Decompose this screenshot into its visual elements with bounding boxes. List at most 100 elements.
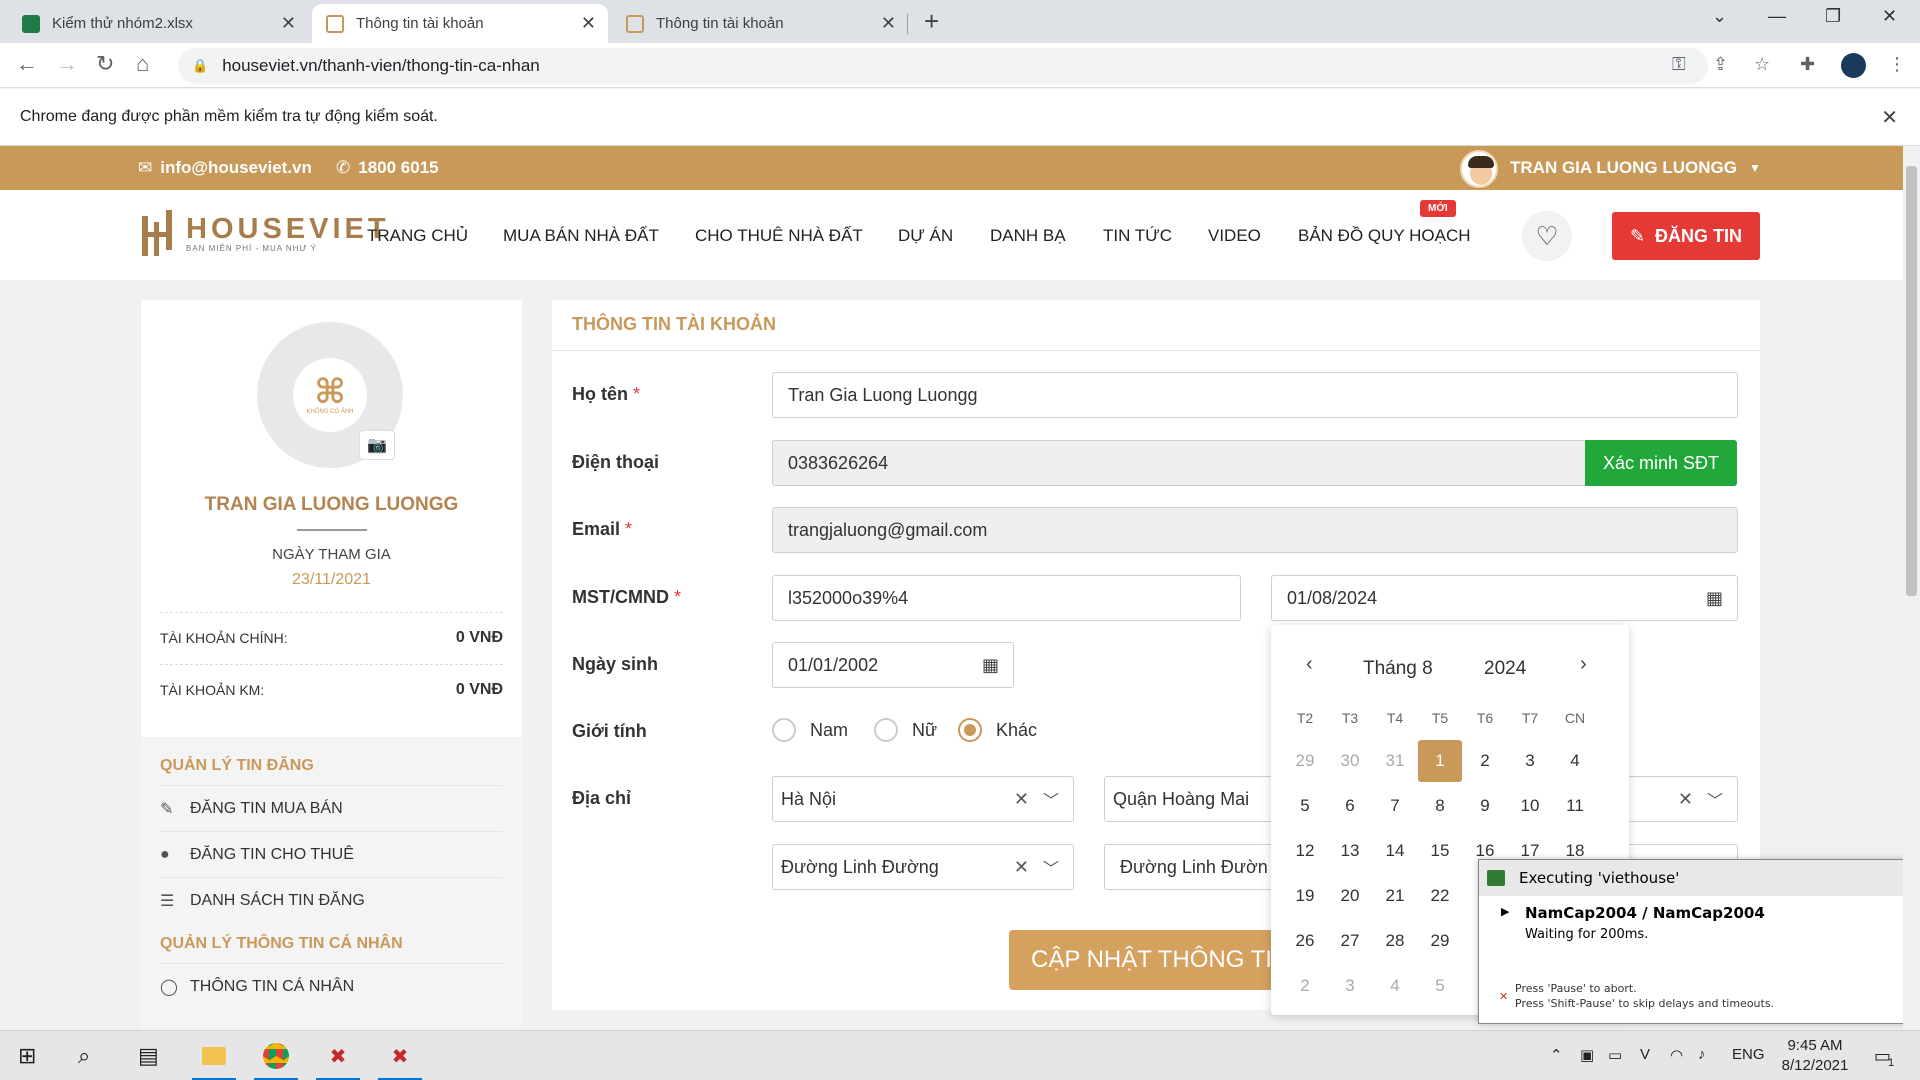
chevron-down-icon[interactable]: ﹀ [1043, 855, 1059, 879]
forward-icon[interactable]: → [56, 51, 78, 77]
calendar-day[interactable]: 3 [1508, 740, 1552, 782]
window-close-icon[interactable]: ✕ [1882, 6, 1897, 27]
close-icon[interactable]: ✕ [881, 13, 896, 34]
scrollbar-thumb[interactable] [1906, 166, 1917, 596]
volume-icon[interactable]: ♪ [1698, 1046, 1706, 1063]
reload-icon[interactable]: ↻ [96, 51, 114, 77]
phone-field[interactable]: 0383626264 [772, 440, 1587, 486]
calendar-day[interactable]: 5 [1283, 785, 1327, 827]
nav-rent[interactable]: CHO THUÊ NHÀ ĐẤT [695, 226, 863, 246]
calendar-day[interactable]: 31 [1373, 740, 1417, 782]
nav-news[interactable]: TIN TỨC [1103, 226, 1172, 246]
nav-planning-map[interactable]: BẢN ĐỒ QUY HOẠCH [1298, 226, 1471, 246]
datepicker-year[interactable]: 2024 [1484, 658, 1526, 680]
system-clock[interactable]: 9:45 AM 8/12/2021 [1770, 1036, 1860, 1076]
calendar-day[interactable]: 29 [1418, 920, 1462, 962]
close-icon[interactable]: ✕ [1881, 105, 1898, 130]
calendar-day[interactable]: 2 [1463, 740, 1507, 782]
next-month-icon[interactable]: › [1580, 653, 1587, 676]
tray-device-icon[interactable]: ▣ [1580, 1046, 1594, 1064]
clear-icon[interactable]: ✕ [1014, 857, 1029, 878]
nav-video[interactable]: VIDEO [1208, 226, 1261, 246]
input-language[interactable]: ENG [1732, 1046, 1765, 1063]
minimize-icon[interactable]: — [1768, 6, 1786, 27]
battery-icon[interactable]: ▭ [1608, 1046, 1622, 1064]
calendar-day[interactable]: 20 [1328, 875, 1372, 917]
calendar-day[interactable]: 21 [1373, 875, 1417, 917]
houseviet-logo[interactable]: HOUSEVIET BẠN MIỄN PHÍ - MUA NHƯ Ý [138, 208, 390, 258]
address-bar[interactable]: 🔒 houseviet.vn/thanh-vien/thong-tin-ca-n… [178, 48, 1708, 84]
calendar-day[interactable]: 14 [1373, 830, 1417, 872]
back-icon[interactable]: ← [16, 51, 38, 77]
verify-phone-button[interactable]: Xác minh SĐT [1585, 440, 1737, 486]
sidebar-item-post-sale[interactable]: ✎ ĐĂNG TIN MUA BÁN [160, 785, 503, 831]
id-number-field[interactable]: l352000o39%4 [772, 575, 1241, 621]
share-icon[interactable]: ⇪ [1713, 54, 1728, 75]
favorites-heart-icon[interactable]: ♡ [1522, 211, 1572, 261]
gender-radio-other[interactable]: Khác [958, 718, 1037, 742]
calendar-day[interactable]: 2 [1283, 965, 1327, 1007]
calendar-day[interactable]: 8 [1418, 785, 1462, 827]
tab-account-info-active[interactable]: Thông tin tài khoản ✕ [312, 4, 608, 43]
calendar-day[interactable]: 13 [1328, 830, 1372, 872]
restore-icon[interactable]: ❐ [1825, 6, 1841, 27]
calendar-day[interactable]: 29 [1283, 740, 1327, 782]
chrome-icon[interactable] [250, 1031, 302, 1080]
tab-search-icon[interactable]: ⌄ [1712, 6, 1727, 27]
calendar-day[interactable]: 12 [1283, 830, 1327, 872]
chevron-down-icon[interactable]: ﹀ [1043, 787, 1059, 811]
calendar-day[interactable]: 5 [1418, 965, 1462, 1007]
tray-overflow-icon[interactable]: ⌃ [1550, 1046, 1563, 1064]
nav-buy-sell[interactable]: MUA BÁN NHÀ ĐẤT [503, 226, 659, 246]
city-select[interactable]: Hà Nội ✕ ﹀ [772, 776, 1074, 822]
contact-email[interactable]: ✉ info@houseviet.vn [138, 158, 312, 178]
sidebar-item-post-rent[interactable]: ● ĐĂNG TIN CHO THUÊ [160, 831, 503, 877]
close-icon[interactable]: ✕ [581, 13, 596, 34]
nav-projects[interactable]: DỰ ÁN [898, 226, 953, 246]
extensions-icon[interactable]: ✚ [1800, 54, 1815, 75]
calendar-day[interactable]: 30 [1328, 740, 1372, 782]
dob-field[interactable]: 01/01/2002 ▦ [772, 642, 1014, 688]
calendar-icon[interactable]: ▦ [1706, 588, 1723, 609]
gender-radio-male[interactable]: Nam [772, 718, 848, 742]
prev-month-icon[interactable]: ‹ [1306, 653, 1313, 676]
update-info-button[interactable]: CẬP NHẬT THÔNG TIN [1009, 930, 1309, 990]
close-icon[interactable]: ✕ [281, 13, 296, 34]
clear-icon[interactable]: ✕ [1014, 789, 1029, 810]
fullname-field[interactable]: Tran Gia Luong Luongg [772, 372, 1738, 418]
profile-avatar[interactable] [1841, 53, 1866, 78]
id-issue-date-field[interactable]: 01/08/2024 ▦ [1271, 575, 1738, 621]
tab-account-info[interactable]: Thông tin tài khoản ✕ [612, 4, 908, 43]
windows-start-icon[interactable]: ⊞ [18, 1043, 36, 1069]
calendar-day[interactable]: 4 [1553, 740, 1597, 782]
calendar-day-selected[interactable]: 1 [1418, 740, 1462, 782]
email-field[interactable]: trangjaluong@gmail.com [772, 507, 1738, 553]
calendar-day[interactable]: 4 [1373, 965, 1417, 1007]
task-view-icon[interactable]: ▤ [138, 1043, 159, 1069]
wifi-icon[interactable]: ◠ [1670, 1046, 1683, 1064]
calendar-day[interactable]: 10 [1508, 785, 1552, 827]
calendar-icon[interactable]: ▦ [982, 655, 999, 676]
calendar-day[interactable]: 28 [1373, 920, 1417, 962]
calendar-day[interactable]: 9 [1463, 785, 1507, 827]
search-icon[interactable]: ⌕ [78, 1043, 90, 1069]
tab-excel[interactable]: Kiểm thử nhóm2.xlsx ✕ [8, 4, 308, 43]
contact-phone[interactable]: ✆ 1800 6015 [336, 158, 439, 178]
calendar-day[interactable]: 26 [1283, 920, 1327, 962]
street-select[interactable]: Đường Linh Đường ✕ ﹀ [772, 844, 1074, 890]
page-scrollbar[interactable] [1903, 146, 1920, 1030]
file-explorer-icon[interactable] [188, 1031, 240, 1080]
clear-icon[interactable]: ✕ [1678, 789, 1693, 810]
sidebar-item-personal-info[interactable]: ◯ THÔNG TIN CÁ NHÂN [160, 963, 503, 1009]
menu-kebab-icon[interactable]: ⋮ [1888, 54, 1906, 75]
calendar-day[interactable]: 6 [1328, 785, 1372, 827]
camera-icon[interactable]: 📷 [359, 430, 395, 460]
datepicker-month[interactable]: Tháng 8 [1363, 658, 1433, 680]
vpn-icon[interactable]: V [1640, 1046, 1650, 1063]
user-menu[interactable]: TRAN GIA LUONG LUONGG ▼ [1510, 158, 1761, 178]
calendar-day[interactable]: 27 [1328, 920, 1372, 962]
sidebar-item-listing-list[interactable]: ☰ DANH SÁCH TIN ĐĂNG [160, 877, 503, 923]
calendar-day[interactable]: 11 [1553, 785, 1597, 827]
calendar-day[interactable]: 19 [1283, 875, 1327, 917]
gender-radio-female[interactable]: Nữ [874, 718, 937, 742]
